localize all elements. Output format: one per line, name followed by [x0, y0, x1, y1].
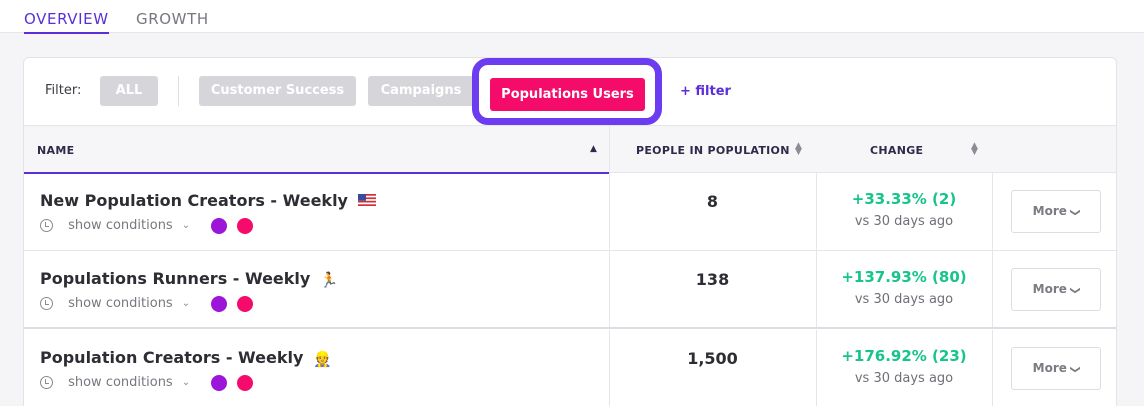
population-title[interactable]: Populations Runners - Weekly 🏃 [40, 269, 339, 289]
change-comparison: vs 30 days ago [854, 371, 954, 386]
column-header-people[interactable]: PEOPLE IN POPULATION [636, 144, 790, 157]
cell-divider [992, 173, 993, 250]
runner-icon: 🏃 [319, 270, 339, 289]
chevron-down-icon: ❯ [1069, 286, 1081, 295]
cell-divider [816, 330, 817, 406]
chevron-down-icon[interactable]: ⌄ [182, 298, 190, 309]
cell-divider [992, 251, 993, 327]
purple-dot-icon [211, 217, 228, 234]
clock-icon [40, 297, 53, 310]
populations-card: Filter: ALL Customer Success Campaigns P… [23, 57, 1117, 406]
purple-dot-icon [211, 295, 228, 312]
clock-icon [40, 376, 53, 389]
cell-divider [992, 330, 993, 406]
chevron-down-icon: ❯ [1069, 365, 1081, 374]
us-flag-icon [357, 193, 376, 206]
row-conditions: show conditions ⌄ [40, 372, 254, 391]
change-comparison: vs 30 days ago [854, 214, 954, 229]
cell-divider [609, 173, 610, 250]
table-header: NAME ▲ PEOPLE IN POPULATION ▲ ▼ CHANGE ▲ ▼ [24, 125, 1116, 174]
top-tabs: OVERVIEW GROWTH [0, 0, 1144, 34]
people-count: 138 [695, 270, 730, 289]
population-title[interactable]: Population Creators - Weekly 👷 [40, 348, 332, 368]
people-count: 1,500 [687, 349, 738, 368]
chevron-down-icon[interactable]: ⌄ [182, 220, 190, 231]
change-comparison: vs 30 days ago [854, 292, 954, 307]
table-row[interactable]: Populations Runners - Weekly 🏃 show cond… [24, 251, 1116, 329]
tab-growth[interactable]: GROWTH [136, 10, 209, 32]
row-conditions: show conditions ⌄ [40, 215, 254, 234]
filter-chip-campaigns[interactable]: Campaigns [368, 76, 474, 106]
population-title-text: New Population Creators - Weekly [40, 191, 348, 210]
show-conditions-toggle[interactable]: show conditions [68, 375, 173, 390]
cell-divider [816, 173, 817, 250]
row-conditions: show conditions ⌄ [40, 293, 254, 312]
change-value: +33.33% (2) [851, 190, 957, 208]
change-value: +137.93% (80) [841, 268, 967, 286]
people-count: 8 [706, 192, 719, 211]
cell-divider [609, 330, 610, 406]
filter-bar: Filter: ALL Customer Success Campaigns P… [24, 58, 1116, 125]
column-header-name[interactable]: NAME [37, 144, 74, 157]
add-filter-link[interactable]: + filter [680, 84, 731, 99]
purple-dot-icon [211, 374, 228, 391]
sort-icon[interactable]: ▲ ▼ [971, 142, 978, 157]
change-value: +176.92% (23) [841, 347, 967, 365]
pink-dot-icon [237, 295, 254, 312]
tab-overview[interactable]: OVERVIEW [24, 10, 109, 34]
table-row[interactable]: Population Creators - Weekly 👷 show cond… [24, 330, 1116, 406]
highlight-ring: Populations Users [472, 58, 662, 125]
more-button[interactable]: More ❯ [1011, 268, 1101, 311]
filter-label: Filter: [45, 83, 82, 98]
sort-ascending-icon[interactable]: ▲ [590, 145, 597, 154]
show-conditions-toggle[interactable]: show conditions [68, 218, 173, 233]
more-button[interactable]: More ❯ [1011, 347, 1101, 390]
population-title-text: Populations Runners - Weekly [40, 269, 311, 288]
population-title-text: Population Creators - Weekly [40, 348, 304, 367]
construction-worker-icon: 👷 [312, 349, 332, 368]
sort-icon[interactable]: ▲ ▼ [795, 142, 802, 157]
filter-chip-all[interactable]: ALL [100, 76, 158, 106]
show-conditions-toggle[interactable]: show conditions [68, 296, 173, 311]
clock-icon [40, 219, 53, 232]
more-button[interactable]: More ❯ [1011, 190, 1101, 233]
filter-chip-customer-success[interactable]: Customer Success [199, 76, 356, 106]
cell-divider [609, 251, 610, 327]
pink-dot-icon [237, 374, 254, 391]
column-header-change[interactable]: CHANGE [870, 144, 923, 157]
filter-chip-populations-users[interactable]: Populations Users [490, 78, 645, 111]
filter-divider [178, 76, 179, 106]
chevron-down-icon[interactable]: ⌄ [182, 377, 190, 388]
population-title[interactable]: New Population Creators - Weekly [40, 191, 376, 210]
chevron-down-icon: ❯ [1069, 208, 1081, 217]
table-row[interactable]: New Population Creators - Weekly show co… [24, 173, 1116, 251]
cell-divider [816, 251, 817, 327]
column-divider [609, 126, 610, 174]
pink-dot-icon [237, 217, 254, 234]
